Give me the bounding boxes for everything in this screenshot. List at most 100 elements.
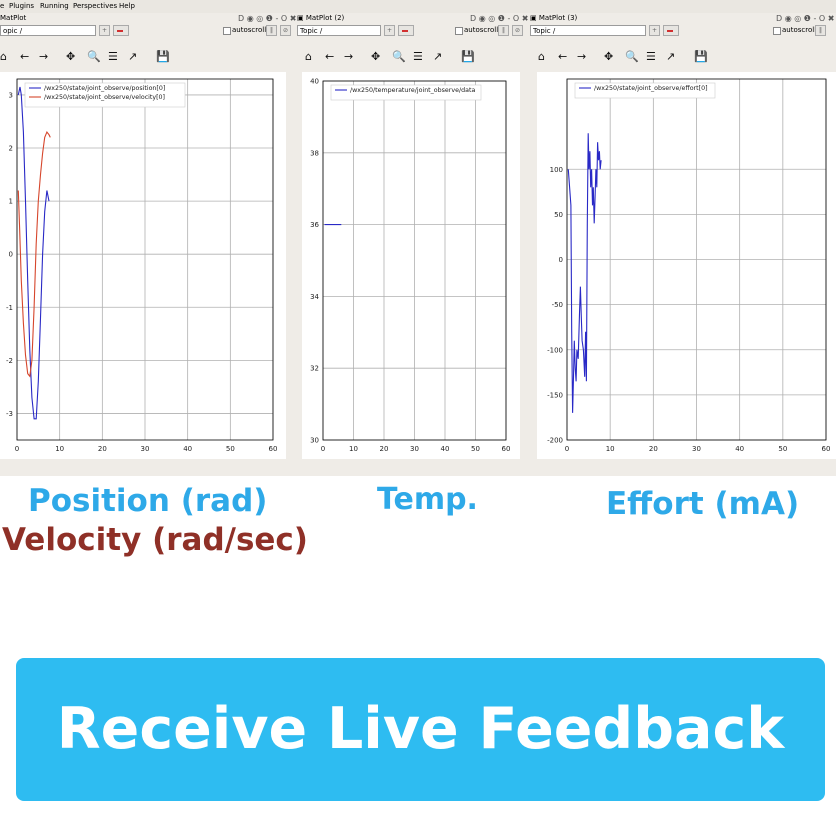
y-tick-label: 40 [310,78,319,86]
panel-2-home-icon[interactable]: ⌂ [305,50,312,64]
x-tick-label: 10 [55,445,64,453]
x-tick-label: 0 [15,445,19,453]
caption-position: Position (rad) [28,483,268,519]
plot-panel-temperature[interactable]: 0 10 20 30 40 50 60 30 32 34 36 38 40/wx250/temperat… [302,72,520,459]
x-tick-label: 0 [321,445,325,453]
panel-3-back-arrow-icon[interactable]: ← [558,50,567,64]
menu-item-help[interactable]: Help [119,0,135,13]
legend-entry-1: /wx250/state/joint_observe/velocity[0] [44,94,165,101]
menu-item-plugins[interactable]: Plugins [9,0,34,13]
x-tick-label: 20 [649,445,658,453]
panel-3-forward-arrow-icon[interactable]: → [577,50,586,64]
y-tick-label: 3 [9,91,13,99]
caption-temp: Temp. [377,482,478,517]
panel-3-configure-subplots-icon[interactable]: ☰ [646,50,656,64]
panel-1-title: MatPlot [0,14,27,22]
panel-2-configure-subplots-icon[interactable]: ☰ [413,50,423,64]
y-tick-label: -200 [547,437,563,445]
y-tick-label: 34 [310,293,319,301]
x-tick-label: 40 [183,445,192,453]
panel-2-zoom-icon[interactable]: 🔍 [392,50,406,64]
panel-2-topic-input[interactable]: Topic / [297,25,381,36]
y-tick-label: 0 [9,251,13,259]
panel-1-pause-button[interactable]: ‖ [266,25,277,36]
panel-3-save-icon[interactable]: 💾 [694,50,708,64]
x-tick-label: 50 [226,445,235,453]
y-tick-label: 2 [9,145,13,153]
panel-3-zoom-icon[interactable]: 🔍 [625,50,639,64]
x-tick-label: 10 [606,445,615,453]
panel-1-add-topic-button[interactable]: + [99,25,110,36]
panel-3-pan-icon[interactable]: ✥ [604,50,613,64]
plot-panel-position-velocity[interactable]: 0 10 20 30 40 50 60 -3 -2 -1 0 1 2 3/wx250/state/join… [0,72,286,459]
menu-item-running[interactable]: Running [40,0,69,13]
panel-2-edit-axes-icon[interactable]: ↗ [433,50,442,64]
position-velocity-chart[interactable]: 0 10 20 30 40 50 60 -3 -2 -1 0 1 2 3/wx250/state/join… [0,72,286,459]
x-tick-label: 40 [441,445,450,453]
panel-2-autoscroll-label: autoscroll [464,26,499,34]
x-tick-label: 20 [98,445,107,453]
panel-1-forward-arrow-icon[interactable]: → [39,50,48,64]
y-tick-label: 30 [310,437,319,445]
panel-2-pause-button[interactable]: ‖ [498,25,509,36]
temperature-chart[interactable]: 0 10 20 30 40 50 60 30 32 34 36 38 40/wx250/temperat… [302,72,520,459]
panel-1-autoscroll-label: autoscroll [232,26,267,34]
panel-3-pause-button[interactable]: ‖ [815,25,826,36]
panel-1-save-icon[interactable]: 💾 [156,50,170,64]
panel-1-configure-subplots-icon[interactable]: ☰ [108,50,118,64]
panel-2-remove-topic-button[interactable] [398,25,414,36]
x-tick-label: 20 [380,445,389,453]
caption-velocity: Velocity (rad/sec) [2,522,308,558]
y-tick-label: 100 [550,166,563,174]
y-tick-label: 50 [554,211,563,219]
legend-entry-0: /wx250/state/joint_observe/effort[0] [594,85,708,92]
banner-title: Receive Live Feedback [56,696,785,762]
menu-bar: e Plugins Running Perspectives Help [0,0,836,13]
y-tick-label: 32 [310,365,319,373]
panel-2-pan-icon[interactable]: ✥ [371,50,380,64]
panel-3-add-topic-button[interactable]: + [649,25,660,36]
panel-1-home-icon[interactable]: ⌂ [0,50,7,64]
effort-chart[interactable]: 0 10 20 30 40 50 60 -200 -150 -100 -50 0 50 100/wx250… [537,72,836,459]
panel-1-edit-axes-icon[interactable]: ↗ [128,50,137,64]
panel-3-window-controls[interactable]: D ◉ ◎ ❶ - O ✖ [776,13,834,24]
x-tick-label: 30 [692,445,701,453]
panel-2-title: ▣ MatPlot (2) [297,14,345,22]
x-tick-label: 40 [735,445,744,453]
x-tick-label: 60 [502,445,511,453]
panel-2-autoscroll-checkbox[interactable] [455,27,463,35]
plot-panel-effort[interactable]: 0 10 20 30 40 50 60 -200 -150 -100 -50 0 50 100/wx250… [537,72,836,459]
legend-entry-0: /wx250/temperature/joint_observe/data [350,87,475,94]
panel-3-topic-input[interactable]: Topic / [530,25,646,36]
panel-3-autoscroll-label: autoscroll [782,26,817,34]
y-tick-label: 1 [9,198,13,206]
panel-2-save-icon[interactable]: 💾 [461,50,475,64]
panel-1-window-controls[interactable]: D ◉ ◎ ❶ - O ✖ [238,13,296,24]
panel-3-title: ▣ MatPlot (3) [530,14,578,22]
x-tick-label: 50 [471,445,480,453]
x-tick-label: 10 [349,445,358,453]
panel-2-forward-arrow-icon[interactable]: → [344,50,353,64]
panel-3-remove-topic-button[interactable] [663,25,679,36]
y-tick-label: -150 [547,391,563,399]
menu-item-perspectives[interactable]: Perspectives [73,0,117,13]
panel-1-remove-topic-button[interactable] [113,25,129,36]
panel-3-home-icon[interactable]: ⌂ [538,50,545,64]
menu-item-file[interactable]: e [0,0,4,13]
panel-2-clear-button[interactable]: ⊘ [512,25,523,36]
panel-1-zoom-icon[interactable]: 🔍 [87,50,101,64]
panel-1-clear-button[interactable]: ⊘ [280,25,291,36]
y-tick-label: 0 [559,256,563,264]
panel-3-edit-axes-icon[interactable]: ↗ [666,50,675,64]
panel-2-back-arrow-icon[interactable]: ← [325,50,334,64]
panel-1-topic-input[interactable]: opic / [0,25,96,36]
x-tick-label: 60 [822,445,831,453]
panel-1-autoscroll-checkbox[interactable] [223,27,231,35]
panel-1-pan-icon[interactable]: ✥ [66,50,75,64]
y-tick-label: -2 [6,357,13,365]
series-line-0 [567,133,602,413]
panel-1-back-arrow-icon[interactable]: ← [20,50,29,64]
panel-2-window-controls[interactable]: D ◉ ◎ ❶ - O ✖ [470,13,528,24]
panel-3-autoscroll-checkbox[interactable] [773,27,781,35]
panel-2-add-topic-button[interactable]: + [384,25,395,36]
